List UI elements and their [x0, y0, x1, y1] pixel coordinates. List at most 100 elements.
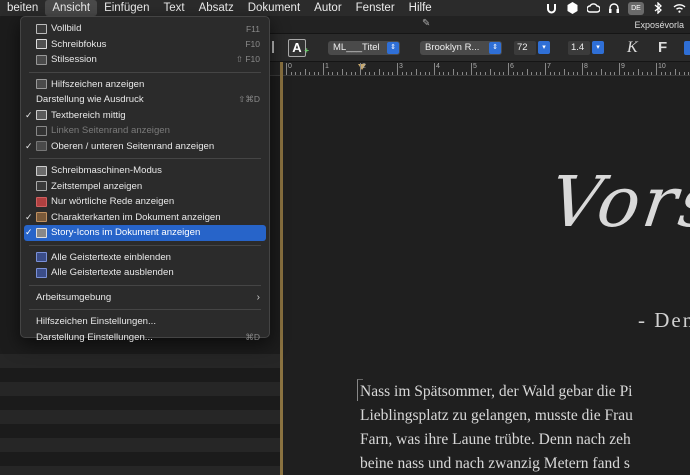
bluetooth-icon[interactable]	[651, 2, 665, 15]
menu-fenster[interactable]: Fenster	[349, 0, 402, 16]
ruler-label: 0	[288, 63, 292, 70]
menu-item-label: Linken Seitenrand anzeigen	[51, 125, 170, 137]
ruler-tick	[332, 72, 334, 75]
ruler-tick	[286, 63, 287, 75]
menu-item-shortcut: ⌘D	[245, 331, 260, 342]
paragraph-style-select[interactable]: ML___Titel ⇕	[328, 41, 400, 55]
menu-item-label: Alle Geistertexte einblenden	[51, 251, 171, 263]
menu-item[interactable]: Schreibfokus F10	[21, 37, 269, 53]
ruler-tick	[392, 72, 394, 75]
toolbar-overflow-button[interactable]	[684, 41, 690, 55]
menu-item-label: Darstellung wie Ausdruck	[36, 94, 144, 106]
ruler-tick	[531, 72, 533, 75]
ruler-tick	[429, 72, 431, 75]
ruler-tick	[688, 72, 690, 75]
menu-item[interactable]: Hilfszeichen anzeigen	[21, 77, 269, 93]
menu-item[interactable]: Schreibmaschinen-Modus	[21, 163, 269, 179]
headset-icon[interactable]	[607, 2, 621, 15]
ruler-tick	[336, 72, 338, 75]
ruler[interactable]: 0 1 2 3 4 5 6 7 8 9 10	[270, 62, 690, 76]
menu-item[interactable]: ✓ Charakterkarten im Dokument anzeigen	[21, 210, 269, 226]
document-body[interactable]: Nass im Spätsommer, der Wald gebar die P…	[360, 380, 690, 475]
ruler-tick	[586, 72, 588, 75]
fullscreen-icon	[36, 23, 47, 34]
character-style-label: A	[292, 40, 302, 55]
character-style-button[interactable]: A +	[288, 39, 309, 57]
ruler-tick	[656, 63, 657, 75]
ruler-tick	[628, 72, 630, 75]
ruler-tick	[369, 72, 371, 75]
ruler-tick	[577, 72, 579, 75]
ruler-tick	[558, 72, 560, 75]
keyboard-layout-icon[interactable]: DE	[628, 1, 644, 15]
ruler-tick	[605, 72, 607, 75]
menu-item[interactable]: Hilfszeichen Einstellungen...	[21, 314, 269, 330]
menu-item[interactable]: Alle Geistertexte einblenden	[21, 250, 269, 266]
italic-button[interactable]: K	[627, 39, 638, 57]
u-icon[interactable]	[544, 2, 558, 15]
ruler-tick	[475, 72, 477, 75]
ruler-tick	[568, 72, 570, 75]
document-page[interactable]: Vorspie - Den Nass im Spätsommer, der Wa…	[283, 76, 690, 475]
ruler-tick	[360, 63, 361, 75]
menu-bearbeiten[interactable]: beiten	[0, 0, 45, 16]
menu-text[interactable]: Text	[156, 0, 191, 16]
ruler-tick	[623, 72, 625, 75]
bold-button[interactable]: F	[658, 39, 667, 56]
ruler-label: 4	[436, 63, 440, 70]
speech-icon	[36, 196, 47, 207]
ruler-tick	[642, 72, 644, 75]
checkmark-icon: ✓	[25, 140, 33, 151]
creative-cloud-icon[interactable]	[586, 2, 600, 15]
typewriter-icon	[36, 165, 47, 176]
font-size-stepper[interactable]: ▾	[538, 41, 550, 54]
ruler-tick	[637, 69, 639, 75]
ruler-tick	[304, 69, 306, 75]
menu-ansicht[interactable]: Ansicht	[45, 0, 98, 16]
menu-item-label: Textbereich mittig	[51, 109, 126, 121]
menu-item[interactable]: Stilsession ⇧ F10	[21, 52, 269, 68]
menu-item[interactable]: Arbeitsumgebung ›	[21, 290, 269, 306]
status-icons: DE	[544, 0, 690, 16]
menu-item[interactable]: Darstellung Einstellungen... ⌘D	[21, 330, 269, 346]
ruler-tick	[508, 63, 509, 75]
menu-item[interactable]: ✓ Story-Icons im Dokument anzeigen	[24, 225, 266, 241]
ruler-tick	[424, 72, 426, 75]
menu-item-label: Darstellung Einstellungen...	[36, 331, 153, 343]
menu-absatz[interactable]: Absatz	[192, 0, 241, 16]
menu-autor[interactable]: Autor	[307, 0, 349, 16]
menu-separator	[29, 71, 261, 73]
menu-item[interactable]: Alle Geistertexte ausblenden	[21, 265, 269, 281]
menu-item-label: Charakterkarten im Dokument anzeigen	[51, 211, 221, 223]
menu-item[interactable]: Nur wörtliche Rede anzeigen	[21, 194, 269, 210]
line-spacing-stepper[interactable]: ▾	[592, 41, 604, 54]
ruler-tick	[410, 72, 412, 75]
line-spacing-field[interactable]: 1.4	[568, 41, 590, 55]
menu-item[interactable]: ✓ Oberen / unteren Seitenrand anzeigen	[21, 139, 269, 155]
ruler-tick	[434, 63, 435, 75]
menu-item-label: Schreibmaschinen-Modus	[51, 165, 162, 177]
ruler-tick	[401, 72, 403, 75]
menu-item[interactable]: ✓ Textbereich mittig	[21, 108, 269, 124]
paragraph-marker-icon[interactable]	[272, 41, 282, 53]
top-bottom-margin-icon	[36, 141, 47, 152]
menu-item-label: Story-Icons im Dokument anzeigen	[51, 227, 201, 239]
left-margin-icon	[36, 125, 47, 136]
menu-separator	[29, 158, 261, 159]
font-select[interactable]: Brooklyn R... ⇕	[420, 41, 502, 55]
shield-icon[interactable]	[565, 2, 579, 15]
wifi-icon[interactable]	[672, 2, 686, 15]
menu-item-shortcut: ⇧⌘D	[238, 94, 260, 105]
ruler-tick	[563, 69, 565, 75]
menu-dokument[interactable]: Dokument	[241, 0, 307, 16]
menu-einfuegen[interactable]: Einfügen	[97, 0, 156, 16]
menu-item[interactable]: Zeitstempel anzeigen	[21, 179, 269, 195]
menu-item: Linken Seitenrand anzeigen	[21, 123, 269, 139]
ruler-tick	[632, 72, 634, 75]
font-size-field[interactable]: 72	[514, 41, 536, 55]
ruler-tick	[582, 63, 583, 75]
menu-hilfe[interactable]: Hilfe	[402, 0, 439, 16]
menu-item[interactable]: Vollbild F11	[21, 21, 269, 37]
body-line: Nass im Spätsommer, der Wald gebar die P…	[360, 383, 633, 400]
menu-item[interactable]: Darstellung wie Ausdruck ⇧⌘D	[21, 92, 269, 108]
